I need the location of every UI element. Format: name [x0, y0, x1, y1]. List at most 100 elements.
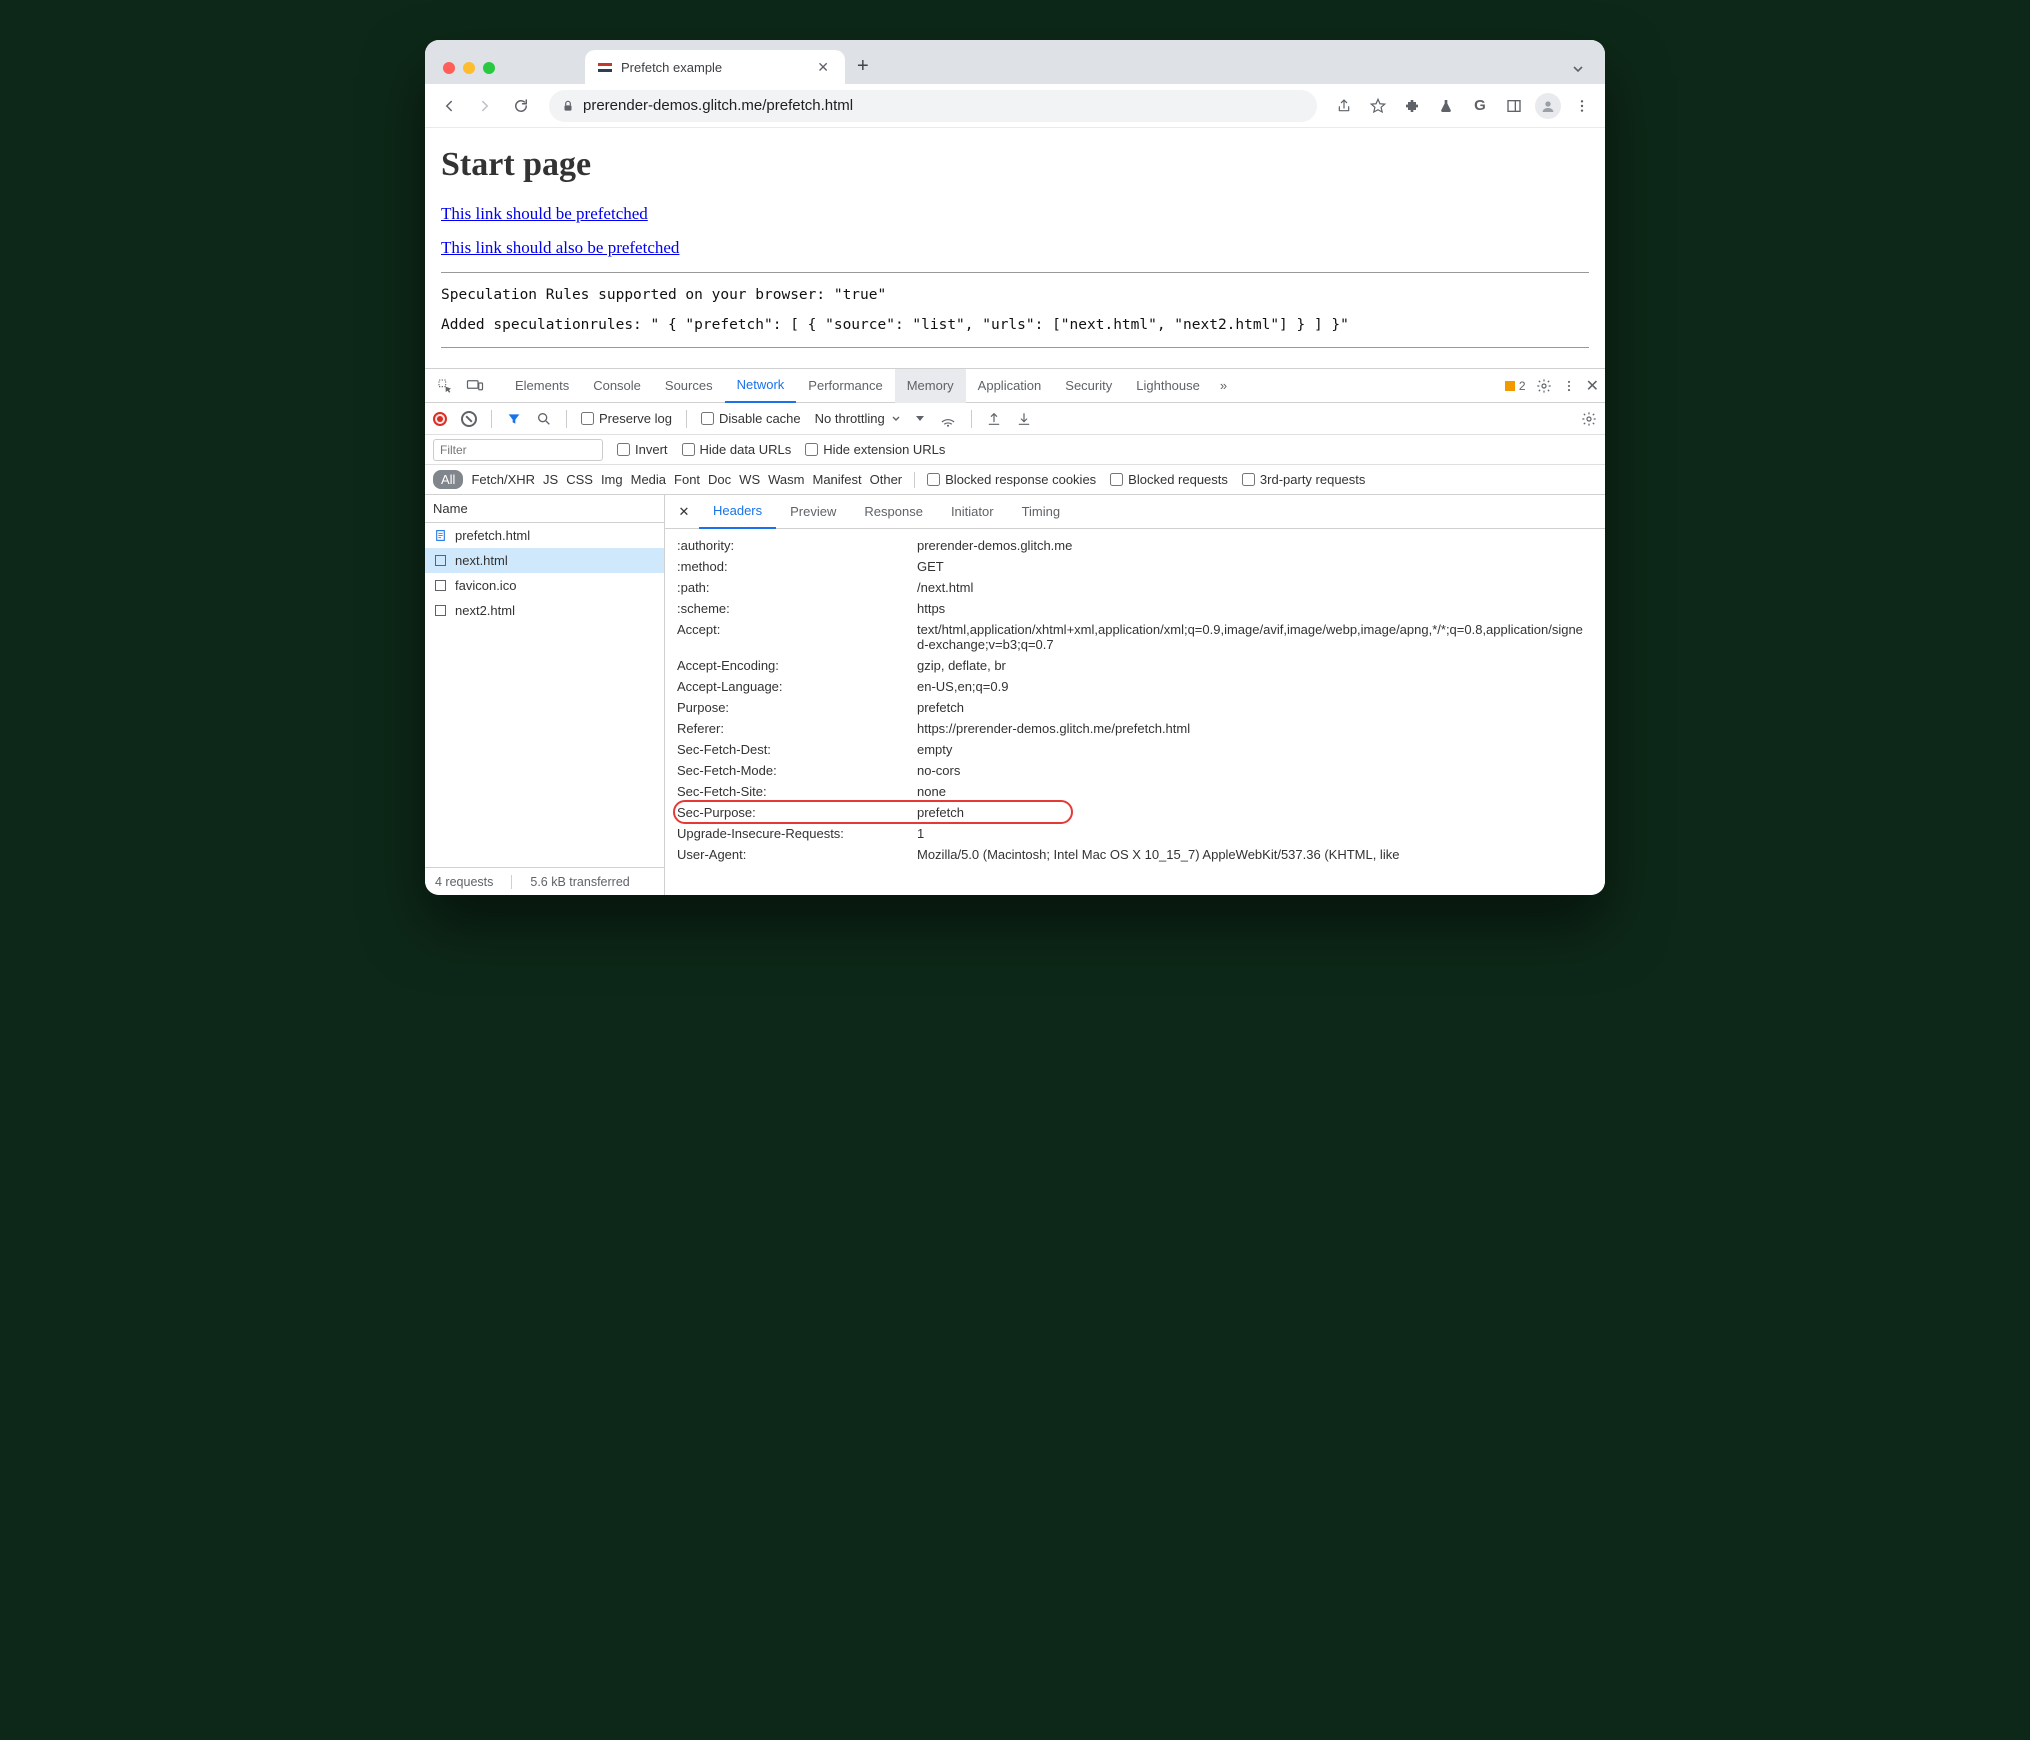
- panel-tab-sources[interactable]: Sources: [653, 369, 725, 403]
- close-detail-button[interactable]: ✕: [669, 504, 699, 520]
- type-filter-js[interactable]: JS: [543, 472, 558, 487]
- back-button[interactable]: [433, 90, 465, 122]
- panel-tab-elements[interactable]: Elements: [503, 369, 581, 403]
- detail-tab-preview[interactable]: Preview: [776, 495, 850, 529]
- panel-tab-lighthouse[interactable]: Lighthouse: [1124, 369, 1212, 403]
- type-filter-ws[interactable]: WS: [739, 472, 760, 487]
- file-icon: [433, 554, 447, 568]
- panel-tab-application[interactable]: Application: [966, 369, 1054, 403]
- type-filter-css[interactable]: CSS: [566, 472, 593, 487]
- type-filter-media[interactable]: Media: [631, 472, 666, 487]
- detail-tab-timing[interactable]: Timing: [1008, 495, 1075, 529]
- preserve-log-checkbox[interactable]: Preserve log: [581, 411, 672, 426]
- panel-tab-console[interactable]: Console: [581, 369, 653, 403]
- prefetch-link-2[interactable]: This link should also be prefetched: [441, 238, 1589, 258]
- type-filter-fetch-xhr[interactable]: Fetch/XHR: [471, 472, 535, 487]
- tab-overflow-button[interactable]: [1559, 62, 1597, 76]
- panel-icon[interactable]: [1499, 91, 1529, 121]
- type-filter-img[interactable]: Img: [601, 472, 623, 487]
- speculation-support-text: Speculation Rules supported on your brow…: [441, 287, 1589, 303]
- request-detail: ✕ HeadersPreviewResponseInitiatorTiming …: [665, 495, 1605, 895]
- type-filter-manifest[interactable]: Manifest: [812, 472, 861, 487]
- panel-tab-network[interactable]: Network: [725, 369, 797, 403]
- disable-cache-checkbox[interactable]: Disable cache: [701, 411, 801, 426]
- request-row[interactable]: prefetch.html: [425, 523, 664, 548]
- reload-button[interactable]: [505, 90, 537, 122]
- warning-icon: [1505, 381, 1515, 391]
- extensions-icon[interactable]: [1397, 91, 1427, 121]
- filter-input[interactable]: [433, 439, 603, 461]
- inspect-icon[interactable]: [431, 372, 459, 400]
- minimize-window-button[interactable]: [463, 62, 475, 74]
- google-icon[interactable]: G: [1465, 91, 1495, 121]
- close-tab-button[interactable]: ✕: [813, 59, 833, 76]
- more-panels-button[interactable]: »: [1214, 369, 1233, 403]
- devtools-tabs: ElementsConsoleSourcesNetworkPerformance…: [425, 369, 1605, 403]
- panel-tab-security[interactable]: Security: [1053, 369, 1124, 403]
- settings-icon[interactable]: [1536, 378, 1552, 394]
- page-content: Start page This link should be prefetche…: [425, 128, 1605, 368]
- warnings-badge[interactable]: 2: [1505, 379, 1526, 393]
- hide-data-checkbox[interactable]: Hide data URLs: [682, 442, 792, 457]
- lock-icon: [561, 99, 575, 113]
- address-bar[interactable]: prerender-demos.glitch.me/prefetch.html: [549, 90, 1317, 122]
- invert-checkbox[interactable]: Invert: [617, 442, 668, 457]
- request-row[interactable]: next2.html: [425, 598, 664, 623]
- record-button[interactable]: [433, 412, 447, 426]
- header-row: Sec-Fetch-Mode:no-cors: [671, 760, 1605, 781]
- type-filter-other[interactable]: Other: [870, 472, 903, 487]
- file-icon: [433, 604, 447, 618]
- forward-button[interactable]: [469, 90, 501, 122]
- header-row: Sec-Fetch-Dest:empty: [671, 739, 1605, 760]
- clear-button[interactable]: [461, 411, 477, 427]
- new-tab-button[interactable]: +: [845, 55, 881, 78]
- close-window-button[interactable]: [443, 62, 455, 74]
- devtools-panel: ElementsConsoleSourcesNetworkPerformance…: [425, 368, 1605, 895]
- detail-tab-response[interactable]: Response: [850, 495, 937, 529]
- network-body: Name prefetch.htmlnext.htmlfavicon.icone…: [425, 495, 1605, 895]
- name-column-header[interactable]: Name: [425, 495, 664, 523]
- menu-button[interactable]: [1567, 91, 1597, 121]
- header-row: :authority:prerender-demos.glitch.me: [671, 535, 1605, 556]
- type-filter-font[interactable]: Font: [674, 472, 700, 487]
- devtools-menu[interactable]: [1562, 379, 1576, 393]
- filter-blocked-response-cookies[interactable]: Blocked response cookies: [927, 472, 1096, 487]
- header-row: Sec-Fetch-Site:none: [671, 781, 1605, 802]
- profile-button[interactable]: [1533, 91, 1563, 121]
- request-row[interactable]: next.html: [425, 548, 664, 573]
- star-icon[interactable]: [1363, 91, 1393, 121]
- filter-bar: Invert Hide data URLs Hide extension URL…: [425, 435, 1605, 465]
- panel-tab-performance[interactable]: Performance: [796, 369, 894, 403]
- filter-blocked-requests[interactable]: Blocked requests: [1110, 472, 1228, 487]
- tab-title: Prefetch example: [621, 60, 722, 75]
- header-row: Purpose:prefetch: [671, 697, 1605, 718]
- request-row[interactable]: favicon.ico: [425, 573, 664, 598]
- filter-3rd-party-requests[interactable]: 3rd-party requests: [1242, 472, 1366, 487]
- hide-ext-checkbox[interactable]: Hide extension URLs: [805, 442, 945, 457]
- browser-tab[interactable]: Prefetch example ✕: [585, 50, 845, 84]
- filter-icon[interactable]: [506, 411, 522, 427]
- type-filter-doc[interactable]: Doc: [708, 472, 731, 487]
- search-icon[interactable]: [536, 411, 552, 427]
- type-filter-wasm[interactable]: Wasm: [768, 472, 804, 487]
- maximize-window-button[interactable]: [483, 62, 495, 74]
- device-icon[interactable]: [461, 372, 489, 400]
- throttling-select[interactable]: No throttling: [815, 411, 901, 426]
- header-row: User-Agent:Mozilla/5.0 (Macintosh; Intel…: [671, 844, 1605, 865]
- network-settings-icon[interactable]: [1581, 411, 1597, 427]
- download-icon[interactable]: [1016, 411, 1032, 427]
- type-filter-all[interactable]: All: [433, 470, 463, 489]
- detail-tab-headers[interactable]: Headers: [699, 495, 776, 529]
- toolbar-right: G: [1329, 91, 1597, 121]
- headers-list[interactable]: :authority:prerender-demos.glitch.me:met…: [665, 529, 1605, 895]
- share-icon[interactable]: [1329, 91, 1359, 121]
- prefetch-link-1[interactable]: This link should be prefetched: [441, 204, 1589, 224]
- close-devtools-button[interactable]: ✕: [1586, 376, 1599, 396]
- detail-tab-initiator[interactable]: Initiator: [937, 495, 1008, 529]
- network-status-footer: 4 requests 5.6 kB transferred: [425, 867, 664, 895]
- divider: [441, 272, 1589, 273]
- flask-icon[interactable]: [1431, 91, 1461, 121]
- upload-icon[interactable]: [986, 411, 1002, 427]
- panel-tab-memory[interactable]: Memory: [895, 369, 966, 403]
- network-conditions-icon[interactable]: [939, 411, 957, 427]
